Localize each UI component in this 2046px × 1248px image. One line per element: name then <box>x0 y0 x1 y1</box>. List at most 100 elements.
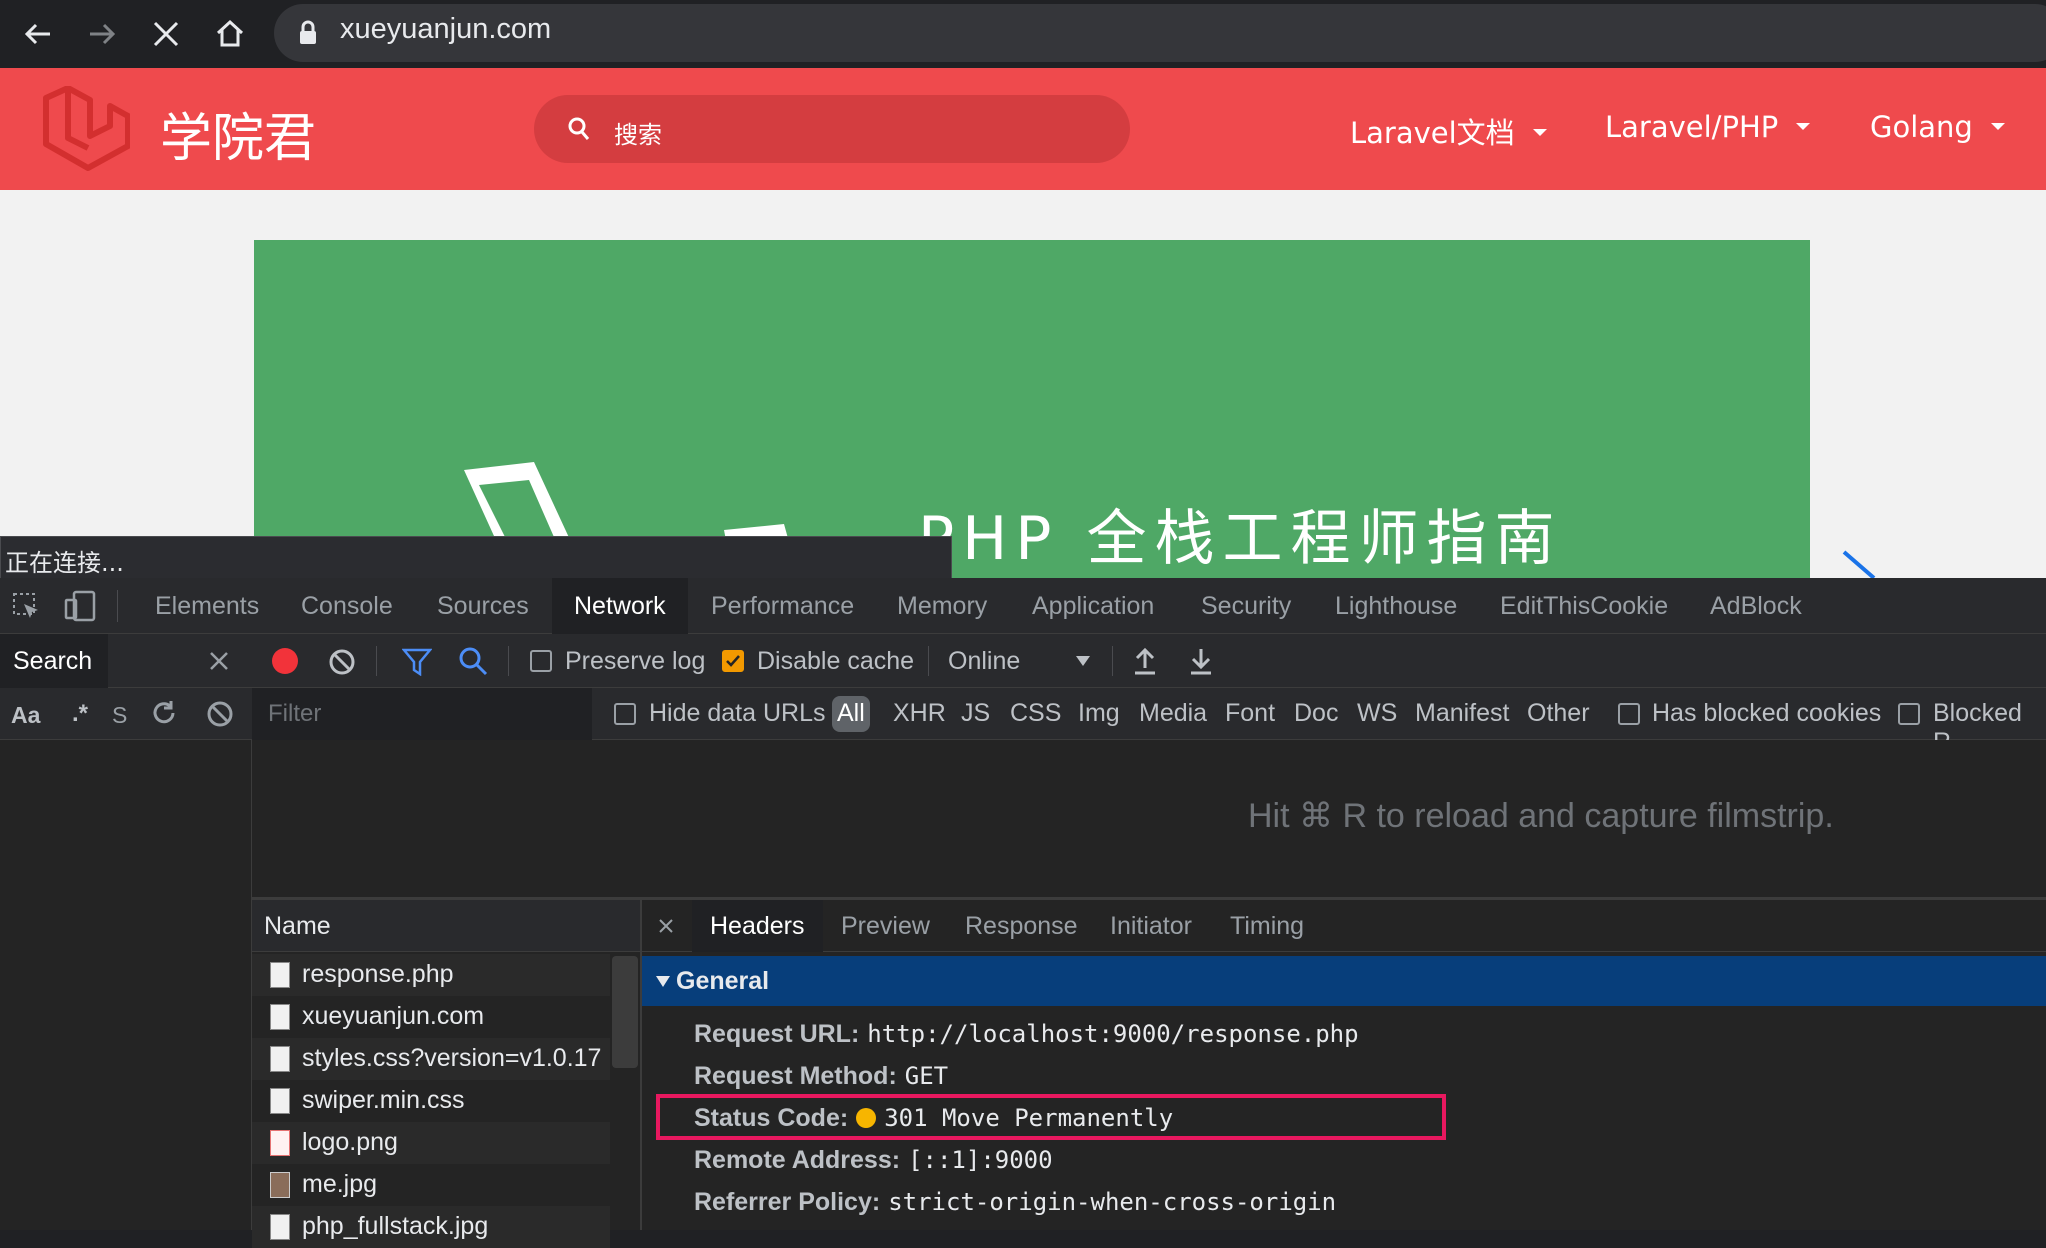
request-name: styles.css?version=v1.0.17 <box>302 1044 602 1072</box>
type-filter-doc[interactable]: Doc <box>1294 699 1338 728</box>
image-icon <box>270 1214 290 1240</box>
tab-application[interactable]: Application <box>1032 578 1154 634</box>
stop-button[interactable] <box>138 6 194 62</box>
tab-console[interactable]: Console <box>301 578 393 634</box>
request-row[interactable]: styles.css?version=v1.0.17 <box>252 1038 610 1080</box>
request-row[interactable]: logo.png <box>252 1122 610 1164</box>
disable-cache-checkbox[interactable] <box>722 650 744 672</box>
type-filter-media[interactable]: Media <box>1139 699 1207 728</box>
search-icon[interactable] <box>458 646 488 676</box>
triangle-down-icon <box>656 976 670 987</box>
type-filter-font[interactable]: Font <box>1225 699 1275 728</box>
tab-headers[interactable]: Headers <box>692 900 823 952</box>
device-toolbar-icon[interactable] <box>64 590 98 622</box>
record-button[interactable] <box>272 648 298 674</box>
tab-response[interactable]: Response <box>965 900 1078 952</box>
tab-initiator[interactable]: Initiator <box>1110 900 1192 952</box>
remote-address-row: Remote Address: [::1]:9000 <box>694 1146 1053 1175</box>
request-list: Name response.php xueyuanjun.com styles.… <box>252 900 642 1248</box>
devtools-tab-bar: Elements Console Sources Network Perform… <box>0 578 2046 634</box>
preserve-log-label: Preserve log <box>565 647 706 675</box>
network-toolbar: Preserve log Disable cache Online <box>252 634 2046 688</box>
home-button[interactable] <box>202 6 258 62</box>
tab-memory[interactable]: Memory <box>897 578 987 634</box>
remote-address-value: [::1]:9000 <box>908 1146 1053 1174</box>
preserve-log-checkbox[interactable] <box>530 650 552 672</box>
status-text: 正在连接... <box>5 549 124 577</box>
tab-editthiscookie[interactable]: EditThisCookie <box>1500 578 1668 634</box>
tab-performance[interactable]: Performance <box>711 578 854 634</box>
clear-log-icon[interactable] <box>328 648 356 676</box>
tab-adblock[interactable]: AdBlock <box>1710 578 1802 634</box>
request-method-label: Request Method: <box>694 1062 897 1090</box>
request-row[interactable]: me.jpg <box>252 1164 610 1206</box>
general-section-header[interactable]: General <box>642 956 2046 1006</box>
type-filter-img[interactable]: Img <box>1078 699 1120 728</box>
refresh-icon[interactable] <box>150 700 178 728</box>
type-filter-xhr[interactable]: XHR <box>893 699 946 728</box>
document-icon <box>270 962 290 988</box>
forward-arrow-icon <box>90 23 116 45</box>
type-filter-other[interactable]: Other <box>1527 699 1590 728</box>
close-icon[interactable] <box>208 650 230 672</box>
request-row[interactable]: php_fullstack.jpg <box>252 1206 610 1248</box>
back-button[interactable] <box>10 6 66 62</box>
divider <box>1112 646 1113 676</box>
url-text: xueyuanjun.com <box>340 13 552 45</box>
divider <box>508 646 509 676</box>
filter-icon[interactable] <box>402 648 432 676</box>
search-tab-label: Search <box>13 647 93 675</box>
hide-data-urls-checkbox[interactable] <box>614 703 636 725</box>
search-field-truncated[interactable]: S <box>112 702 127 729</box>
scrollbar-thumb[interactable] <box>612 956 638 1068</box>
tab-timing[interactable]: Timing <box>1230 900 1304 952</box>
type-filter-manifest[interactable]: Manifest <box>1415 699 1509 728</box>
tab-preview[interactable]: Preview <box>841 900 930 952</box>
tab-sources[interactable]: Sources <box>437 578 529 634</box>
nav-golang[interactable]: Golang <box>1870 110 2005 144</box>
throttle-select[interactable]: Online <box>948 647 1020 676</box>
site-title[interactable]: 学院君 <box>160 96 316 171</box>
banner-image[interactable]: PHP 全栈工程师指南 <box>254 240 1810 578</box>
inspect-element-icon[interactable] <box>12 592 42 622</box>
upload-icon[interactable] <box>1132 646 1158 676</box>
laravel-logo-icon[interactable] <box>40 86 130 172</box>
tab-elements[interactable]: Elements <box>155 578 259 634</box>
site-search-input[interactable]: 搜索 <box>534 95 1130 163</box>
name-header-label: Name <box>264 912 331 940</box>
type-filter-js[interactable]: JS <box>961 699 990 728</box>
stylesheet-icon <box>270 1088 290 1114</box>
has-blocked-cookies-checkbox[interactable] <box>1618 703 1640 725</box>
arrow-icon <box>1842 550 1876 578</box>
clear-icon[interactable] <box>206 700 234 728</box>
forward-button[interactable] <box>74 6 130 62</box>
search-placeholder: 搜索 <box>614 121 662 149</box>
nav-label: Laravel/PHP <box>1605 110 1779 144</box>
nav-laravel-php[interactable]: Laravel/PHP <box>1605 110 1811 144</box>
tab-network[interactable]: Network <box>552 578 688 634</box>
request-row[interactable]: swiper.min.css <box>252 1080 610 1122</box>
blocked-requests-checkbox[interactable] <box>1898 703 1920 725</box>
browser-toolbar: xueyuanjun.com <box>0 0 2046 68</box>
tab-security[interactable]: Security <box>1201 578 1291 634</box>
remote-address-label: Remote Address: <box>694 1146 901 1174</box>
has-blocked-cookies-label: Has blocked cookies <box>1652 699 1882 727</box>
request-url-value: http://localhost:9000/response.php <box>867 1020 1359 1048</box>
hide-data-urls-label: Hide data URLs <box>649 699 826 727</box>
close-icon[interactable] <box>658 918 674 934</box>
regex-toggle[interactable]: .* <box>72 700 88 728</box>
request-row[interactable]: xueyuanjun.com <box>252 996 610 1038</box>
nav-laravel-docs[interactable]: Laravel文档 <box>1350 110 1547 152</box>
nav-label: Golang <box>1870 110 1973 144</box>
request-name: swiper.min.css <box>302 1086 465 1114</box>
referrer-policy-value: strict-origin-when-cross-origin <box>888 1188 1337 1216</box>
site-header: 学院君 搜索 Laravel文档 Laravel/PHP Golang <box>0 68 2046 190</box>
type-filter-ws[interactable]: WS <box>1357 699 1397 728</box>
type-filter-css[interactable]: CSS <box>1010 699 1061 728</box>
request-row[interactable]: response.php <box>252 954 610 996</box>
tab-lighthouse[interactable]: Lighthouse <box>1335 578 1457 634</box>
status-bubble: 正在连接... <box>0 536 952 578</box>
match-case-toggle[interactable]: Aa <box>11 702 40 729</box>
download-icon[interactable] <box>1188 646 1214 676</box>
search-icon <box>568 117 590 140</box>
